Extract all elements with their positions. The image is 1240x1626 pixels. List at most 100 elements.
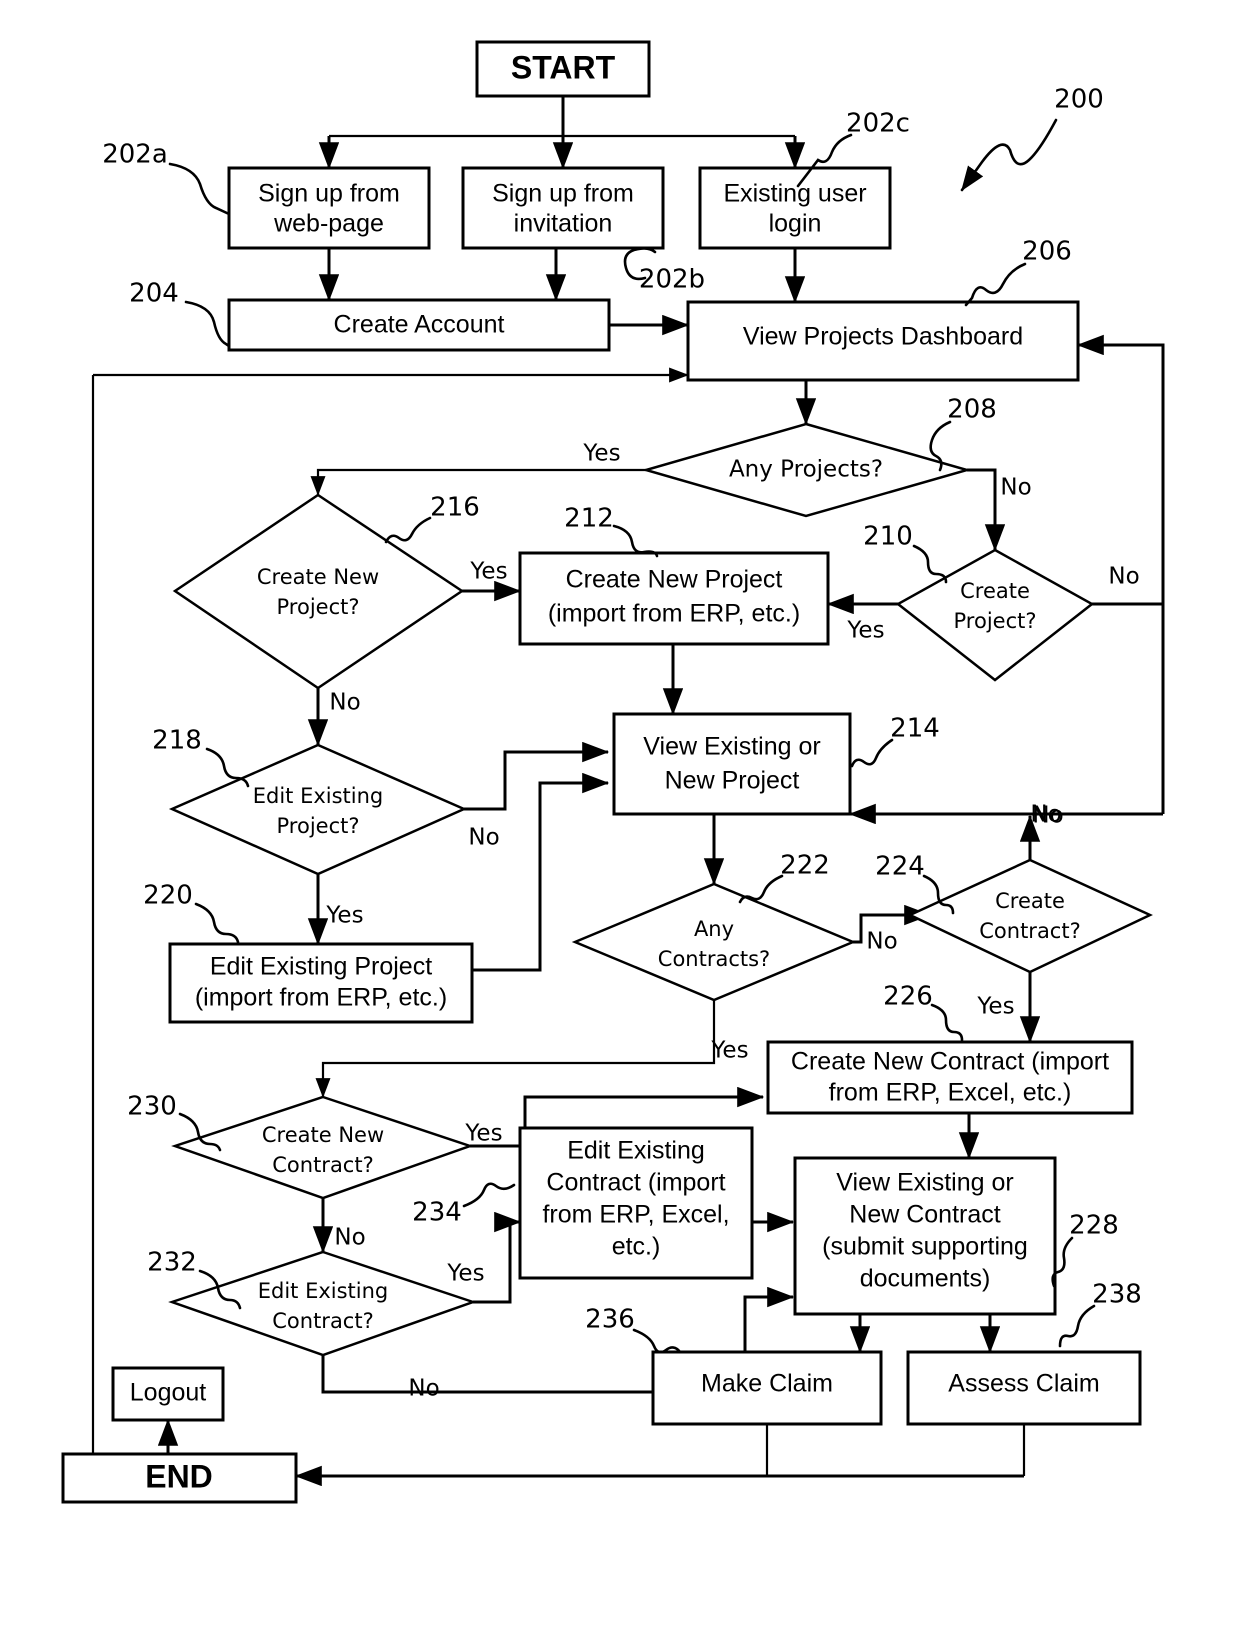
node-signup-invite-label-1: Sign up from: [492, 180, 634, 208]
ref-208: 208: [947, 395, 997, 425]
node-edit-existing-contract-label-4: etc.): [612, 1233, 661, 1261]
node-create-new-contract-label-2: from ERP, Excel, etc.): [829, 1079, 1072, 1107]
edge-label-any-projects-no: No: [1000, 475, 1031, 501]
edge-label-create-project-yes: Yes: [846, 618, 884, 644]
ref-234: 234: [412, 1198, 462, 1228]
node-any-contracts[interactable]: [571, 882, 857, 1002]
node-view-contract-label-4: documents): [860, 1265, 991, 1293]
edge-any-projects-no: [967, 468, 1006, 552]
node-any-contracts-label-2: Contracts?: [658, 947, 770, 971]
ref-228: 228: [1069, 1211, 1119, 1241]
edge-label-edit-existing-contract-no: No: [408, 1376, 439, 1402]
ref-220: 220: [143, 881, 193, 911]
leader-226: [930, 1003, 964, 1042]
node-edit-existing-contract-q[interactable]: [168, 1250, 477, 1357]
node-end-label: END: [145, 1458, 213, 1494]
ref-202c: 202c: [846, 109, 910, 139]
node-view-contract-label-1: View Existing or: [836, 1169, 1013, 1197]
edge-label-create-new-project-no: No: [329, 690, 360, 716]
node-edit-existing-project-q-label-1: Edit Existing: [253, 784, 384, 808]
node-edit-existing-project-label-1: Edit Existing Project: [210, 953, 432, 981]
ref-210: 210: [863, 522, 913, 552]
node-create-new-contract-q-label-1: Create New: [262, 1123, 384, 1147]
node-create-new-project-label-2: (import from ERP, etc.): [548, 600, 800, 628]
node-create-new-project-q-label-1: Create New: [257, 565, 379, 589]
node-create-new-project-q-label-2: Project?: [277, 595, 360, 619]
node-edit-existing-project-q-label-2: Project?: [277, 814, 360, 838]
edge-label-create-new-project-yes: Yes: [469, 559, 507, 585]
node-edit-existing-contract-label-3: from ERP, Excel,: [542, 1201, 729, 1229]
leader-210: [912, 544, 948, 584]
ref-222: 222: [780, 851, 830, 881]
leader-200: [960, 118, 1058, 192]
leader-206: [964, 262, 1027, 307]
node-signup-invite-label-2: invitation: [514, 210, 613, 238]
node-any-contracts-label-1: Any: [694, 917, 734, 941]
node-edit-existing-contract-q-label-2: Contract?: [272, 1309, 373, 1333]
leader-236: [632, 1328, 682, 1354]
node-view-contract-label-2: New Contract: [849, 1201, 1000, 1229]
leader-204: [184, 300, 231, 348]
ref-214: 214: [890, 714, 940, 744]
node-edit-existing-project-label-2: (import from ERP, etc.): [195, 984, 447, 1012]
node-view-project-label-2: New Project: [665, 767, 800, 795]
node-view-dashboard-label: View Projects Dashboard: [743, 323, 1023, 351]
ref-200: 200: [1054, 85, 1104, 115]
edge-any-projects-yes: [310, 468, 646, 496]
node-create-new-contract-q-label-2: Contract?: [272, 1153, 373, 1177]
node-logout-label: Logout: [130, 1379, 207, 1407]
leader-220: [194, 902, 240, 944]
ref-226: 226: [883, 982, 933, 1012]
node-view-project-label-1: View Existing or: [643, 733, 820, 761]
node-edit-existing-project-q[interactable]: [168, 743, 468, 876]
node-signup-web-label-1: Sign up from: [258, 180, 400, 208]
node-create-contract-q[interactable]: [907, 858, 1153, 974]
node-edit-existing-contract-q-label-1: Edit Existing: [258, 1279, 389, 1303]
node-view-project[interactable]: [612, 712, 852, 816]
node-create-new-contract-label-1: Create New Contract (import: [791, 1048, 1109, 1076]
node-create-project-q-label-1: Create: [960, 579, 1030, 603]
ref-212: 212: [564, 504, 614, 534]
node-existing-login-label-1: Existing user: [723, 180, 866, 208]
edge-label-rail-no: No: [1030, 802, 1061, 828]
node-make-claim-label: Make Claim: [701, 1370, 833, 1398]
ref-202b: 202b: [639, 265, 705, 295]
leader-234: [462, 1182, 516, 1208]
ref-216: 216: [430, 493, 480, 523]
edge-edit-existing-project-no: [464, 741, 610, 811]
node-existing-login-label-2: login: [769, 210, 822, 238]
edge-label-edit-existing-project-yes: Yes: [325, 903, 363, 929]
edge-label-any-contracts-yes: Yes: [710, 1038, 748, 1064]
node-any-projects-label: Any Projects?: [729, 457, 883, 483]
node-create-new-project-label-1: Create New Project: [566, 566, 783, 594]
leader-214: [850, 738, 894, 768]
edge-label-any-contracts-no: No: [866, 929, 897, 955]
edge-label-edit-existing-contract-yes: Yes: [446, 1261, 484, 1287]
ref-204: 204: [129, 279, 179, 309]
ref-202a: 202a: [102, 140, 168, 170]
node-signup-web-label-2: web-page: [273, 210, 384, 238]
ref-230: 230: [127, 1092, 177, 1122]
node-create-project-q-label-2: Project?: [954, 609, 1037, 633]
node-edit-existing-contract-label-1: Edit Existing: [567, 1137, 705, 1165]
flowchart-svg: START Sign up from web-page Sign up from…: [61, 40, 1165, 1504]
node-edit-existing-contract-label-2: Contract (import: [546, 1169, 725, 1197]
ref-236: 236: [585, 1305, 635, 1335]
node-create-contract-q-label-2: Contract?: [979, 919, 1080, 943]
ref-232: 232: [147, 1248, 197, 1278]
ref-218: 218: [152, 726, 202, 756]
leader-238: [1058, 1304, 1096, 1348]
node-assess-claim-label: Assess Claim: [948, 1370, 1099, 1398]
node-create-contract-q-label-1: Create: [995, 889, 1065, 913]
node-create-account-label: Create Account: [334, 311, 505, 339]
edge-label-create-new-contract-yes: Yes: [464, 1121, 502, 1147]
ref-206: 206: [1022, 237, 1072, 267]
edge-label-create-project-no: No: [1108, 564, 1139, 590]
edge-label-create-contract-yes: Yes: [976, 994, 1014, 1020]
edge-label-any-projects-yes: Yes: [582, 441, 620, 467]
ref-238: 238: [1092, 1280, 1142, 1310]
node-view-contract-label-3: (submit supporting: [822, 1233, 1028, 1261]
ref-224: 224: [875, 852, 925, 882]
node-start-label: START: [511, 49, 616, 85]
leader-216: [384, 516, 432, 544]
